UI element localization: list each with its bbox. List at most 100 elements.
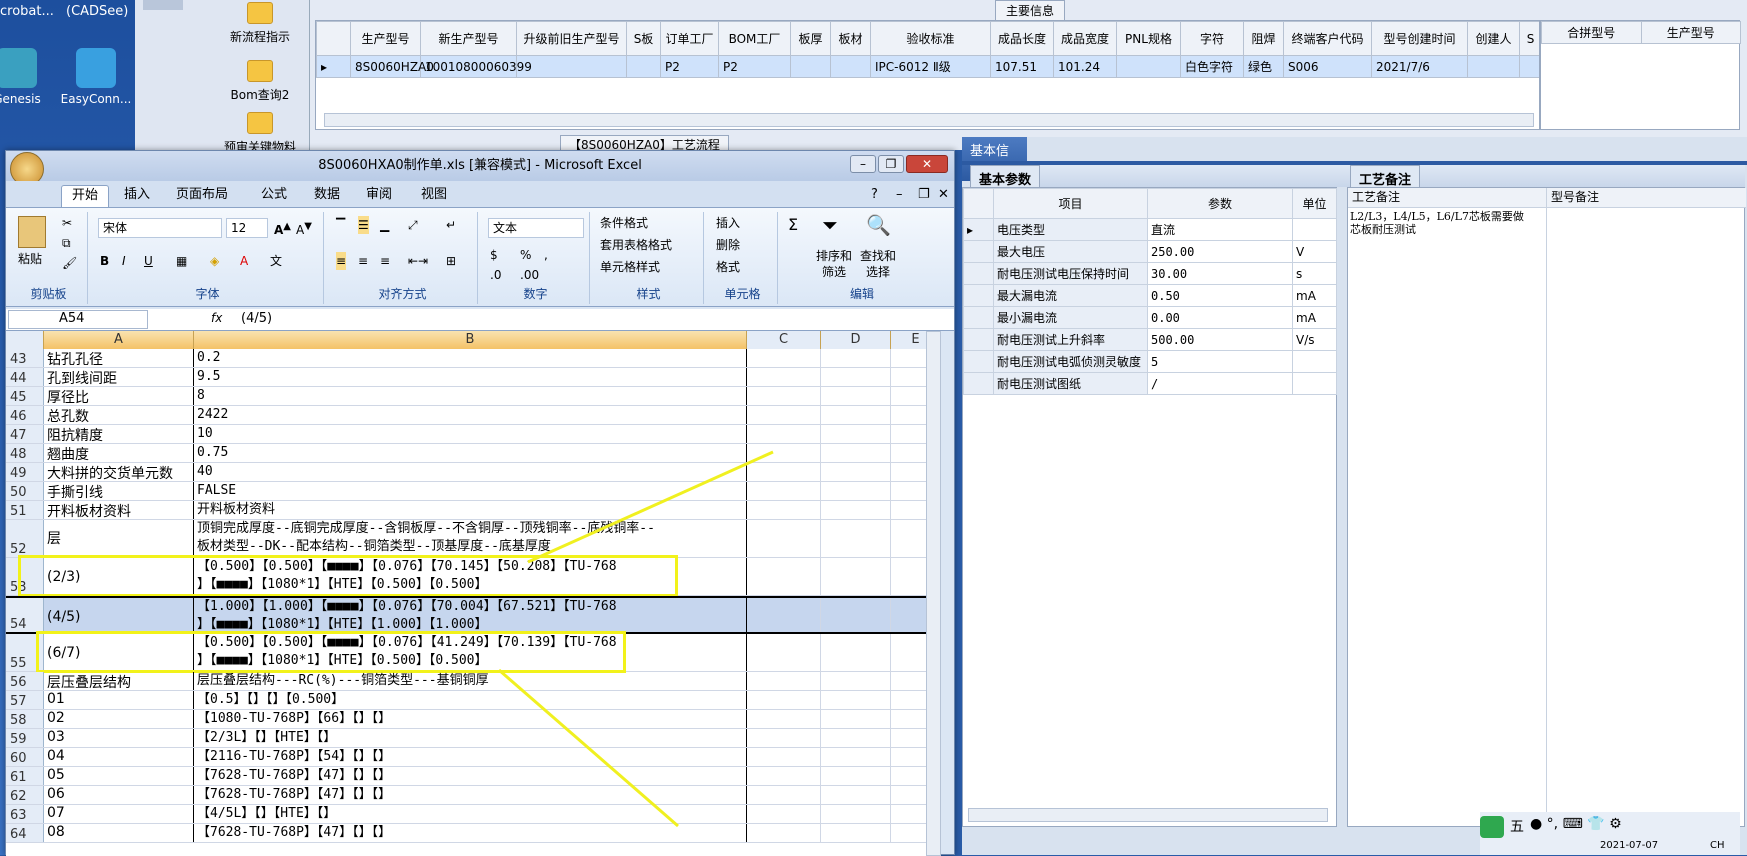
param-name[interactable]: 最大电压 (993, 240, 1148, 263)
tab-view[interactable]: 视图 (411, 185, 457, 207)
table-row[interactable]: 耐电压测试电弧侦测灵敏度 5 (963, 350, 1337, 373)
cell-c[interactable] (747, 748, 821, 766)
row-number[interactable]: 43 (6, 349, 44, 367)
clock-date[interactable]: 2021-07-07 (1600, 840, 1658, 851)
table-row[interactable]: 46 总孔数 2422 (6, 406, 941, 425)
param-value[interactable]: 直流 (1147, 218, 1293, 241)
cell-c[interactable] (747, 444, 821, 462)
table-row[interactable]: 58 02 【1080-TU-768P】【66】【】【】 (6, 710, 941, 729)
cell-a[interactable]: 层压叠层结构 (44, 672, 194, 690)
cell-a[interactable]: 04 (44, 748, 194, 766)
align-middle-icon[interactable]: ☰ (358, 216, 369, 234)
align-center-icon[interactable]: ≡ (358, 252, 368, 270)
cell-b[interactable]: 【4/5L】【】【HTE】【】 (194, 805, 747, 823)
bold-icon[interactable]: B (100, 252, 109, 270)
col-header[interactable]: PNL规格 (1116, 21, 1181, 56)
lang-indicator[interactable]: CH (1710, 840, 1725, 851)
cell-c[interactable] (747, 767, 821, 785)
col-header[interactable]: S (1519, 21, 1539, 56)
indent-icon[interactable]: ⇤⇥ (408, 252, 428, 270)
cell[interactable]: 8S0060HZA0 (350, 55, 434, 78)
param-name[interactable]: 最大漏电流 (993, 284, 1148, 307)
cell-d[interactable] (821, 387, 891, 405)
row-number[interactable]: 61 (6, 767, 44, 785)
cell-a[interactable]: 03 (44, 729, 194, 747)
cell-c[interactable] (747, 368, 821, 386)
cell-a[interactable]: 总孔数 (44, 406, 194, 424)
param-unit[interactable] (1292, 350, 1337, 373)
param-name[interactable]: 耐电压测试电弧侦测灵敏度 (993, 350, 1148, 373)
col-header[interactable]: BOM工厂 (718, 21, 791, 56)
delete-cells-button[interactable]: 删除 (716, 236, 740, 254)
table-row[interactable]: 48 翘曲度 0.75 (6, 444, 941, 463)
param-name[interactable]: 耐电压测试图纸 (993, 372, 1148, 395)
sort-filter-button[interactable]: 排序和筛选 (812, 248, 856, 280)
table-row[interactable]: 50 手撕引线 FALSE (6, 482, 941, 501)
param-value[interactable]: / (1147, 372, 1293, 395)
param-unit[interactable]: s (1292, 262, 1337, 285)
cell-d[interactable] (821, 767, 891, 785)
cell-b[interactable]: 开料板材资料 (194, 501, 747, 519)
cell-a[interactable]: 06 (44, 786, 194, 804)
param-value[interactable]: 0.00 (1147, 306, 1293, 329)
table-row[interactable]: 54 (4/5) 【1.000】【1.000】【■■■■】【0.076】【70.00… (6, 596, 941, 634)
cell-a[interactable]: 钻孔孔径 (44, 349, 194, 367)
cell-b[interactable]: 【2/3L】【】【HTE】【】 (194, 729, 747, 747)
fill-color-icon[interactable]: ◈ (210, 252, 219, 270)
underline-icon[interactable]: U (144, 252, 153, 270)
cell-styles-button[interactable]: 单元格样式 (600, 258, 660, 276)
param-unit[interactable]: V (1292, 240, 1337, 263)
cell[interactable]: 101.24 (1053, 55, 1117, 78)
tool-bom-query[interactable]: Bom查询2 (205, 60, 315, 103)
cell-b[interactable]: 40 (194, 463, 747, 481)
col-header-a[interactable]: A (44, 331, 194, 349)
cell[interactable] (626, 55, 661, 78)
col-header-b[interactable]: B (194, 331, 747, 349)
cell-c[interactable] (747, 520, 821, 557)
table-row[interactable]: 49 大料拼的交货单元数 40 (6, 463, 941, 482)
find-select-button[interactable]: 查找和选择 (856, 248, 900, 280)
cell-d[interactable] (821, 634, 891, 671)
cell[interactable]: 2021/7/6 (1371, 55, 1468, 78)
format-as-table-button[interactable]: 套用表格格式 (600, 236, 672, 254)
param-name[interactable]: 最小漏电流 (993, 306, 1148, 329)
ime-toolbar-icons[interactable]: ● °, ⌨ 👕 ⚙ (1530, 816, 1622, 832)
format-painter-icon[interactable]: 🖌 (62, 254, 77, 272)
col-header[interactable]: 板厚 (790, 21, 831, 56)
cell-c[interactable] (747, 805, 821, 823)
param-unit[interactable]: mA (1292, 284, 1337, 307)
phonetic-icon[interactable]: 文 (270, 252, 282, 270)
ime-mode[interactable]: 五 (1510, 816, 1524, 836)
cell-c[interactable] (747, 710, 821, 728)
col-header[interactable]: 终端客户代码 (1283, 21, 1372, 56)
cell-b[interactable]: 顶铜完成厚度--底铜完成厚度--含铜板厚--不含铜厚--顶残铜率--底残铜率--… (194, 520, 747, 557)
row-number[interactable]: 51 (6, 501, 44, 519)
cell-b[interactable]: 【7628-TU-768P】【47】【】【】 (194, 824, 747, 842)
select-all-corner[interactable] (6, 331, 44, 349)
cell-c[interactable] (747, 349, 821, 367)
tool-new-flow[interactable]: 新流程指示 (205, 2, 315, 45)
percent-icon[interactable]: % (520, 246, 531, 264)
sort-filter-icon[interactable]: ⏷ (822, 215, 838, 235)
cell-d[interactable] (821, 463, 891, 481)
cell[interactable]: 10010800060399 (420, 55, 532, 78)
col-header[interactable]: 参数 (1147, 188, 1293, 219)
cell-c[interactable] (747, 387, 821, 405)
cut-icon[interactable]: ✂ (62, 214, 72, 232)
table-row[interactable]: 52 层顶铜完成厚度--底铜完成厚度--含铜板厚--不含铜厚--顶残铜率--底残铜… (6, 520, 941, 558)
cell-b[interactable]: FALSE (194, 482, 747, 500)
cell-c[interactable] (747, 482, 821, 500)
table-row[interactable]: 63 07 【4/5L】【】【HTE】【】 (6, 805, 941, 824)
table-row[interactable]: 44 孔到线间距 9.5 (6, 368, 941, 387)
close-button[interactable]: ✕ (906, 155, 948, 173)
cell[interactable] (1116, 55, 1181, 78)
col-header-d[interactable]: D (821, 331, 891, 349)
cell-b[interactable]: 0.75 (194, 444, 747, 462)
help-icon[interactable]: ? (861, 185, 888, 207)
merge-icon[interactable]: ⊞ (446, 252, 456, 270)
col-header[interactable]: 订单工厂 (660, 21, 719, 56)
row-number[interactable]: 45 (6, 387, 44, 405)
insert-cells-button[interactable]: 插入 (716, 214, 740, 232)
restore-button[interactable]: ❐ (878, 155, 904, 173)
cell-d[interactable] (821, 824, 891, 842)
